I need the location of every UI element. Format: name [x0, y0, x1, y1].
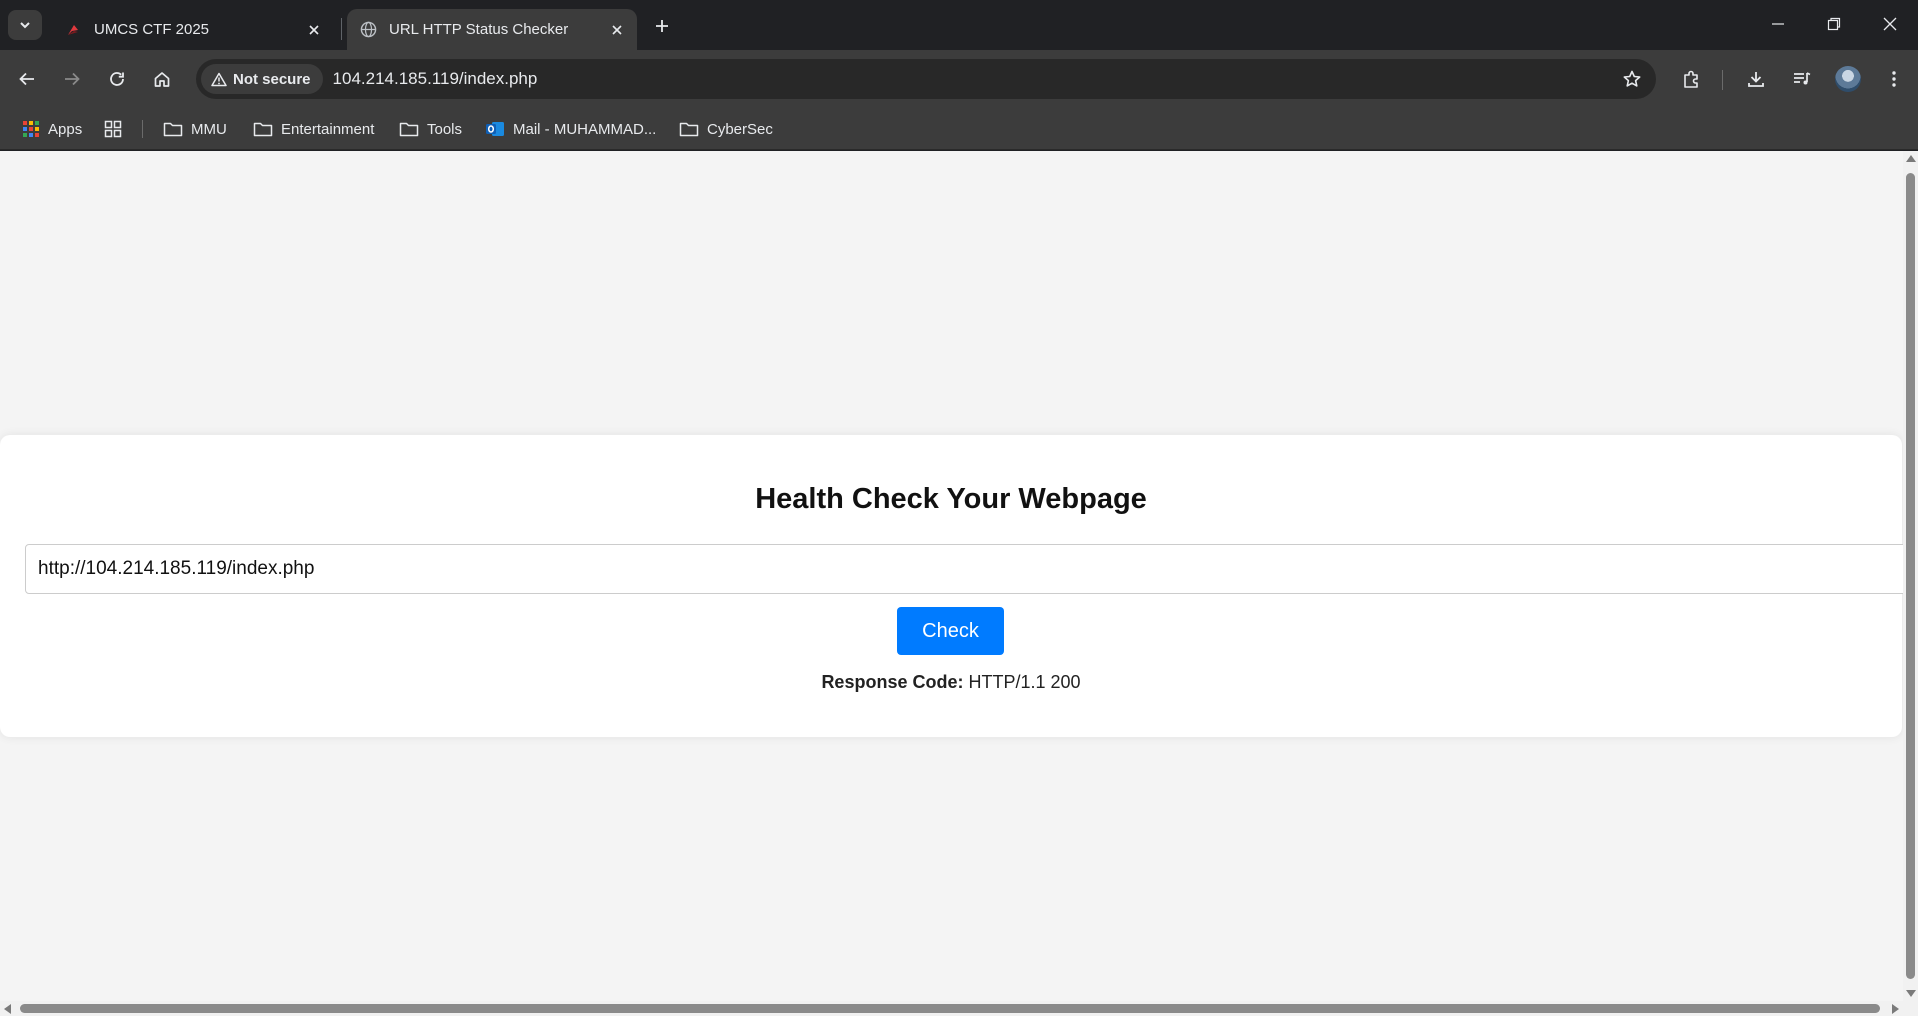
- profile-avatar[interactable]: [1835, 66, 1861, 92]
- response-label: Response Code:: [821, 672, 964, 692]
- back-button[interactable]: [11, 63, 43, 95]
- folder-icon: [679, 122, 699, 137]
- extensions-button[interactable]: [1676, 63, 1708, 95]
- health-check-card: Health Check Your Webpage Check Response…: [0, 435, 1903, 737]
- chevron-down-icon: [20, 22, 30, 29]
- bookmark-mail[interactable]: Mail - MUHAMMAD...: [485, 117, 656, 141]
- home-icon: [154, 72, 170, 87]
- security-indicator[interactable]: Not secure: [201, 64, 323, 94]
- scroll-left-arrow-icon[interactable]: [4, 1004, 11, 1014]
- folder-icon: [399, 122, 419, 137]
- tab-title: URL HTTP Status Checker: [389, 21, 569, 38]
- check-button[interactable]: Check: [897, 607, 1004, 655]
- vertical-scrollbar[interactable]: [1903, 151, 1918, 1001]
- folder-icon: [253, 122, 273, 137]
- bookmark-label: MMU: [191, 120, 227, 138]
- playlist-icon: [1794, 72, 1811, 85]
- arrow-right-icon: [65, 72, 80, 86]
- security-label: Not secure: [233, 70, 311, 88]
- plus-icon: [656, 20, 668, 32]
- restore-button[interactable]: [1811, 6, 1857, 42]
- folder-icon: [163, 122, 183, 137]
- bookmark-apps[interactable]: Apps: [22, 117, 82, 141]
- scroll-up-arrow-icon[interactable]: [1906, 155, 1916, 162]
- bookmarks-divider: [142, 120, 143, 138]
- browser-toolbar: Not secure 104.214.185.119/index.php: [0, 50, 1918, 108]
- media-controls-button[interactable]: [1786, 63, 1818, 95]
- umcs-flag-icon: [64, 21, 82, 39]
- close-icon[interactable]: [605, 18, 629, 42]
- puzzle-icon: [1684, 70, 1698, 88]
- bookmark-folder-entertainment[interactable]: Entertainment: [253, 117, 374, 141]
- page-title: Health Check Your Webpage: [755, 483, 1147, 515]
- home-button[interactable]: [146, 63, 178, 95]
- scroll-down-arrow-icon[interactable]: [1906, 990, 1916, 997]
- address-text: 104.214.185.119/index.php: [332, 69, 538, 88]
- response-status: Response Code: HTTP/1.1 200: [0, 672, 1902, 693]
- bookmark-label: Apps: [48, 120, 83, 138]
- star-icon: [1623, 70, 1641, 87]
- restore-icon: [1827, 17, 1841, 31]
- bookmark-star-button[interactable]: [1620, 67, 1644, 91]
- bookmark-tab-groups[interactable]: [104, 117, 122, 141]
- bookmark-label: Tools: [427, 120, 463, 138]
- address-bar[interactable]: Not secure 104.214.185.119/index.php: [196, 59, 1656, 99]
- reload-icon: [110, 72, 124, 86]
- warning-triangle-icon: [211, 72, 227, 86]
- tab-umcs-ctf[interactable]: UMCS CTF 2025: [54, 9, 334, 50]
- more-vertical-icon: [1892, 71, 1896, 87]
- globe-icon: [359, 21, 377, 39]
- close-window-button[interactable]: [1867, 6, 1913, 42]
- outlook-icon: [486, 122, 504, 136]
- bookmark-folder-cybersec[interactable]: CyberSec: [679, 117, 773, 141]
- bookmark-folder-tools[interactable]: Tools: [399, 117, 462, 141]
- tab-strip: UMCS CTF 2025 URL HTTP Status Checker: [0, 0, 1918, 50]
- bookmark-folder-mmu[interactable]: MMU: [163, 117, 227, 141]
- reload-button[interactable]: [101, 63, 133, 95]
- scroll-right-arrow-icon[interactable]: [1892, 1004, 1899, 1014]
- close-icon: [1883, 17, 1897, 31]
- tab-search-button[interactable]: [8, 10, 42, 40]
- tab-url-http-status-checker[interactable]: URL HTTP Status Checker: [347, 9, 637, 50]
- new-tab-button[interactable]: [648, 12, 676, 40]
- download-icon: [1748, 72, 1764, 87]
- tab-title: UMCS CTF 2025: [94, 21, 210, 38]
- response-value: HTTP/1.1 200: [968, 672, 1081, 692]
- menu-button[interactable]: [1878, 63, 1910, 95]
- bookmark-label: Entertainment: [281, 120, 375, 138]
- arrow-left-icon: [19, 72, 34, 86]
- url-input[interactable]: [25, 544, 1903, 594]
- minimize-icon: [1772, 23, 1784, 25]
- minimize-button[interactable]: [1755, 6, 1801, 42]
- bookmark-label: Mail - MUHAMMAD...: [513, 120, 657, 138]
- apps-grid-icon: [23, 121, 39, 137]
- horizontal-scrollbar[interactable]: [0, 1001, 1918, 1016]
- downloads-button[interactable]: [1740, 63, 1772, 95]
- bookmarks-bar: Apps MMU Entertainment Tools Mail - MUHA…: [0, 108, 1918, 150]
- page-viewport: Health Check Your Webpage Check Response…: [0, 151, 1903, 1001]
- bookmark-label: CyberSec: [707, 120, 773, 138]
- vertical-scroll-thumb[interactable]: [1906, 173, 1915, 979]
- tab-separator: [341, 18, 342, 40]
- horizontal-scroll-thumb[interactable]: [20, 1004, 1880, 1013]
- toolbar-divider: [1722, 70, 1723, 90]
- forward-button[interactable]: [56, 63, 88, 95]
- tab-groups-icon: [104, 120, 122, 138]
- close-icon[interactable]: [302, 18, 326, 42]
